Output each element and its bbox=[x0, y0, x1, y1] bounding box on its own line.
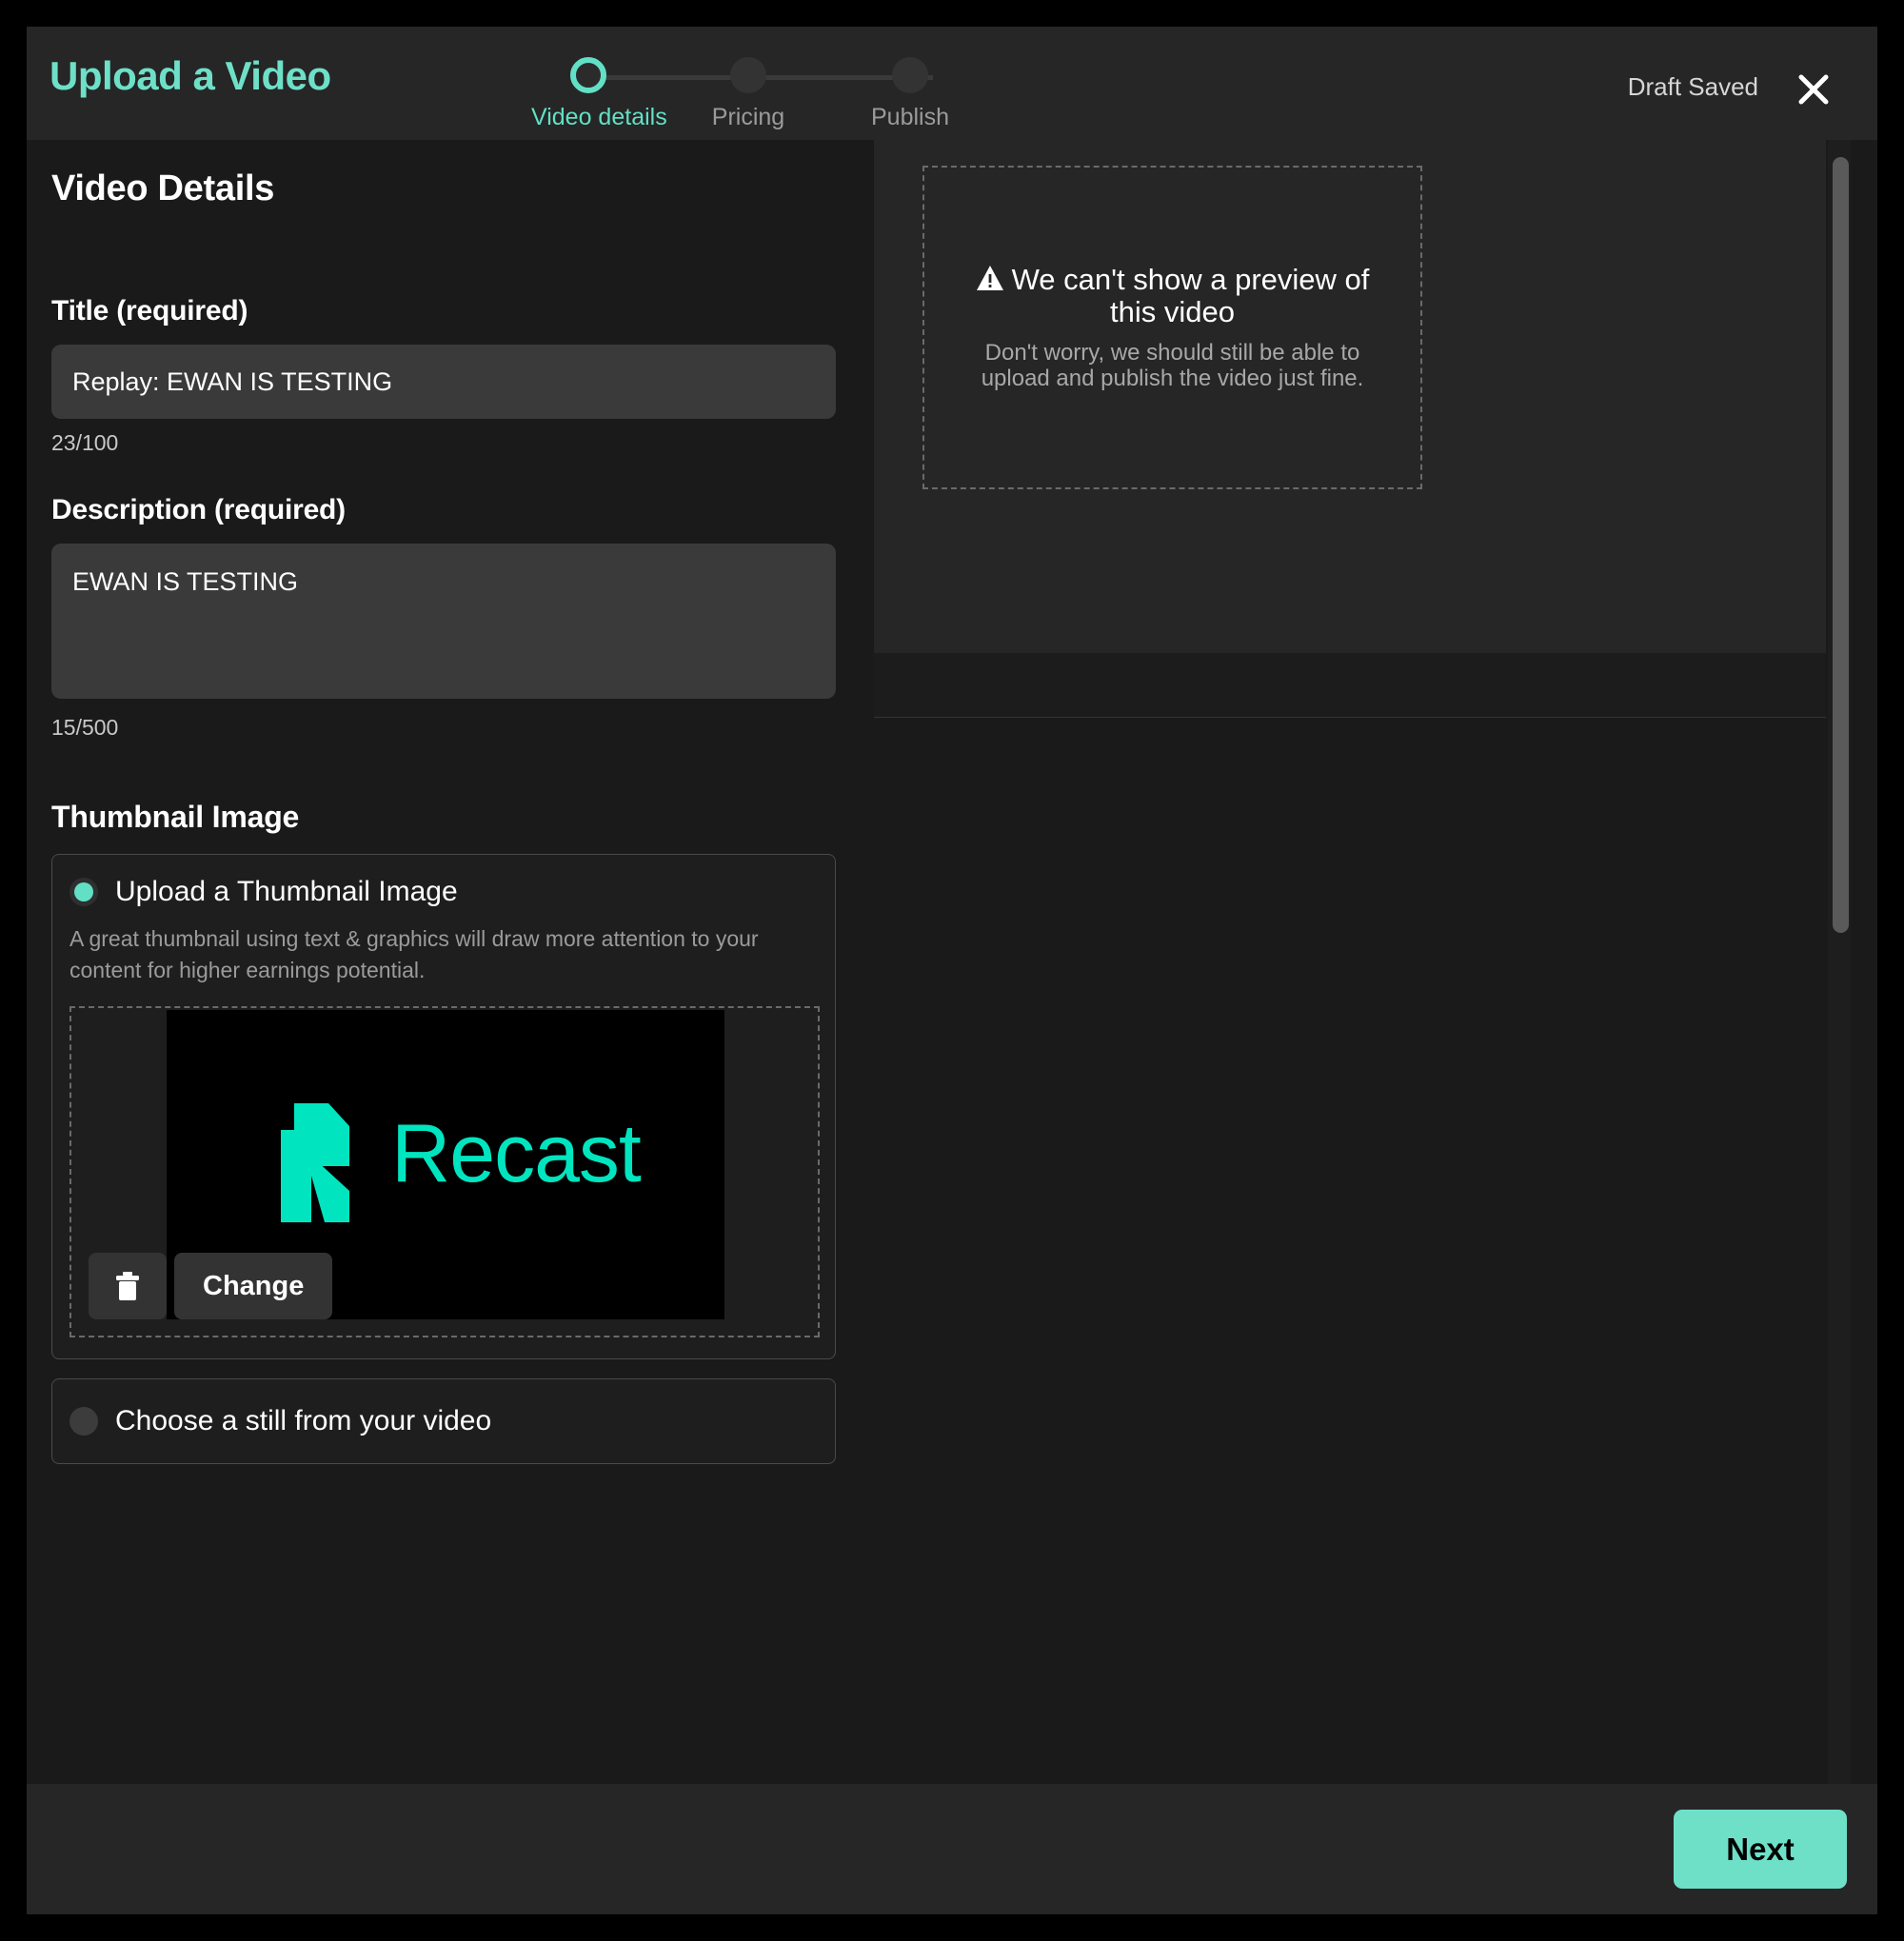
stepper-dot-publish bbox=[892, 57, 928, 93]
close-icon[interactable] bbox=[1793, 69, 1835, 110]
thumbnail-help-text: A great thumbnail using text & graphics … bbox=[69, 926, 759, 982]
title-input[interactable] bbox=[51, 345, 836, 419]
recast-wordmark: Recast bbox=[391, 1107, 642, 1199]
radio-upload-thumbnail-dot bbox=[74, 882, 93, 901]
modal-body: Video Details Title (required) 23/100 De… bbox=[27, 140, 1877, 1784]
vertical-scrollbar-thumb[interactable] bbox=[1833, 157, 1849, 933]
progress-stepper: Video details Pricing Publish bbox=[512, 46, 949, 141]
video-details-form: Video Details Title (required) 23/100 De… bbox=[27, 140, 870, 1784]
warning-triangle-icon bbox=[976, 265, 1003, 290]
recast-mark-icon bbox=[281, 1103, 350, 1223]
stepper-dot-video-details bbox=[570, 57, 606, 93]
modal-header: Upload a Video Video details Pricing Pub… bbox=[27, 27, 1877, 140]
preview-panel-lower-section bbox=[874, 653, 1826, 718]
upload-video-modal: Upload a Video Video details Pricing Pub… bbox=[27, 27, 1877, 1914]
description-field-label: Description (required) bbox=[51, 494, 346, 525]
stepper-step-video-details[interactable]: Video details bbox=[531, 46, 667, 131]
stepper-dot-pricing bbox=[730, 57, 766, 93]
radio-choose-still-label: Choose a still from your video bbox=[115, 1405, 492, 1437]
modal-footer: Next bbox=[27, 1784, 1877, 1914]
trash-icon bbox=[116, 1271, 139, 1300]
radio-upload-thumbnail[interactable] bbox=[69, 878, 98, 906]
next-button[interactable]: Next bbox=[1674, 1810, 1847, 1889]
thumbnail-dropzone[interactable]: Recast Change bbox=[69, 1006, 820, 1338]
modal-title: Upload a Video bbox=[50, 53, 331, 98]
stepper-step-publish[interactable]: Publish bbox=[853, 46, 967, 131]
description-input[interactable] bbox=[51, 544, 836, 699]
preview-warning-subtitle: Don't worry, we should still be able to … bbox=[981, 339, 1364, 392]
delete-thumbnail-button[interactable] bbox=[89, 1253, 167, 1320]
thumbnail-still-option-card[interactable]: Choose a still from your video bbox=[51, 1378, 836, 1465]
stepper-label-video-details: Video details bbox=[531, 104, 667, 130]
radio-upload-thumbnail-label: Upload a Thumbnail Image bbox=[115, 876, 458, 907]
thumbnail-upload-option-card[interactable]: Upload a Thumbnail Image A great thumbna… bbox=[51, 854, 836, 1360]
preview-panel: We can't show a preview of this video Do… bbox=[870, 140, 1877, 1784]
title-field-label: Title (required) bbox=[51, 295, 248, 327]
description-char-count: 15/500 bbox=[51, 715, 119, 740]
preview-warning-text: We can't show a preview of this video bbox=[1011, 262, 1370, 328]
title-char-count: 23/100 bbox=[51, 430, 119, 455]
preview-warning-title: We can't show a preview of this video bbox=[968, 262, 1378, 328]
thumbnail-action-buttons: Change bbox=[89, 1253, 333, 1320]
preview-card: We can't show a preview of this video Do… bbox=[874, 140, 1826, 653]
page-title: Video Details bbox=[51, 168, 275, 208]
draft-saved-status: Draft Saved bbox=[1627, 72, 1758, 101]
stepper-step-pricing[interactable]: Pricing bbox=[691, 46, 805, 131]
stepper-label-publish: Publish bbox=[871, 104, 949, 130]
stepper-label-pricing: Pricing bbox=[711, 104, 785, 130]
preview-placeholder-box: We can't show a preview of this video Do… bbox=[922, 166, 1422, 489]
thumbnail-section-heading: Thumbnail Image bbox=[51, 800, 300, 834]
change-thumbnail-button[interactable]: Change bbox=[174, 1253, 333, 1320]
radio-choose-still[interactable] bbox=[69, 1407, 98, 1436]
